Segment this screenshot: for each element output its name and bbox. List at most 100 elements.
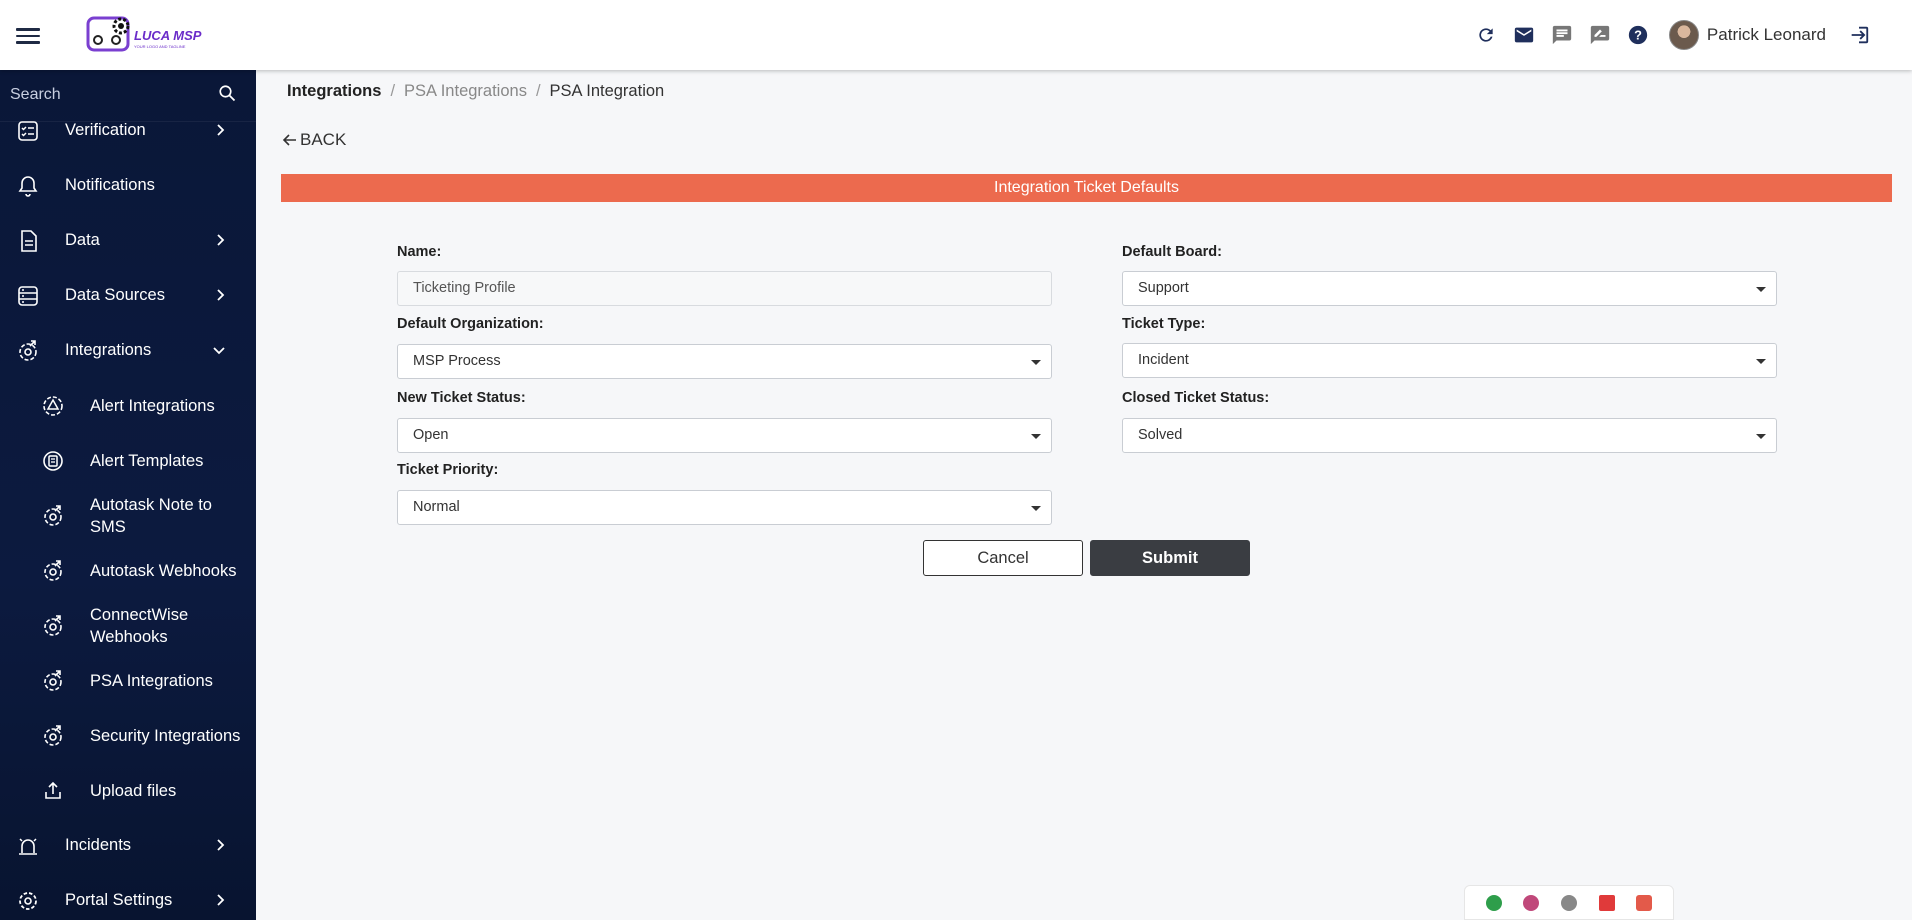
- company-logo[interactable]: LUCA MSP YOUR LOGO AND TAGLINE: [86, 12, 206, 58]
- sidebar-item-incidents[interactable]: Incidents: [0, 818, 256, 873]
- template-icon: [41, 449, 65, 473]
- database-icon: [16, 284, 40, 308]
- chevron-down-icon: [212, 343, 226, 361]
- extension-tray: [1464, 885, 1674, 920]
- default-board-select[interactable]: Support: [1122, 271, 1777, 306]
- gear-arrow-icon: [41, 559, 65, 583]
- sidebar-item-connectwise-webhooks[interactable]: ConnectWise Webhooks: [0, 598, 256, 653]
- shield-check-icon[interactable]: [1485, 894, 1502, 911]
- svg-text:LUCA MSP: LUCA MSP: [134, 28, 202, 43]
- bell-icon: [16, 174, 40, 198]
- svg-text:?: ?: [1634, 28, 1642, 43]
- alarm-icon: [16, 834, 40, 858]
- alert-gear-icon: [41, 394, 65, 418]
- feedback-icon[interactable]: [1587, 22, 1613, 48]
- sidebar-item-label-line1: Autotask Note to: [90, 495, 212, 514]
- caret-down-icon: [1031, 360, 1041, 365]
- breadcrumb-integrations[interactable]: Integrations: [287, 82, 381, 101]
- sidebar-item-security-integrations[interactable]: Security Integrations: [0, 708, 256, 763]
- sidebar-item-autotask-webhooks[interactable]: Autotask Webhooks: [0, 543, 256, 598]
- chat-icon[interactable]: [1549, 22, 1575, 48]
- document-icon: [16, 229, 40, 253]
- sidebar-item-label-line2: SMS: [90, 517, 126, 536]
- new-ticket-status-label: New Ticket Status:: [397, 390, 526, 406]
- ticket-type-value: Incident: [1138, 352, 1189, 368]
- ticket-type-select[interactable]: Incident: [1122, 343, 1777, 378]
- hamburger-menu-icon[interactable]: [16, 24, 40, 44]
- user-name[interactable]: Patrick Leonard: [1707, 25, 1826, 45]
- help-icon[interactable]: ?: [1625, 22, 1651, 48]
- caret-down-icon: [1031, 434, 1041, 439]
- gear-arrow-icon: [41, 614, 65, 638]
- upload-icon: [41, 779, 65, 803]
- chevron-right-icon: [216, 288, 226, 307]
- main-content: Integrations / PSA Integrations / PSA In…: [256, 70, 1912, 920]
- submit-button[interactable]: Submit: [1090, 540, 1250, 576]
- sidebar-item-upload-files[interactable]: Upload files: [0, 763, 256, 818]
- sidebar-item-label: Alert Integrations: [90, 396, 215, 415]
- ticket-priority-value: Normal: [413, 499, 460, 515]
- breadcrumb-current: PSA Integration: [549, 82, 665, 100]
- record-icon[interactable]: [1598, 894, 1615, 911]
- caret-down-icon: [1756, 359, 1766, 364]
- sidebar-item-autotask-note-to-sms[interactable]: Autotask Note to SMS: [0, 488, 256, 543]
- sidebar-item-alert-templates[interactable]: Alert Templates: [0, 433, 256, 488]
- m-badge-icon[interactable]: [1560, 894, 1577, 911]
- sidebar-item-label-line1: ConnectWise: [90, 605, 189, 624]
- new-ticket-status-value: Open: [413, 427, 449, 443]
- caret-down-icon: [1756, 434, 1766, 439]
- sidebar-item-label: Autotask Webhooks: [90, 561, 237, 580]
- checklist-icon: [16, 119, 40, 143]
- section-banner: Integration Ticket Defaults: [281, 174, 1892, 202]
- new-ticket-status-select[interactable]: Open: [397, 418, 1052, 453]
- refresh-icon[interactable]: [1473, 22, 1499, 48]
- closed-ticket-status-select[interactable]: Solved: [1122, 418, 1777, 453]
- extension-icon[interactable]: [1523, 894, 1540, 911]
- sidebar-item-label: Notifications: [65, 176, 155, 194]
- sidebar-item-label-line2: Webhooks: [90, 627, 168, 646]
- chevron-right-icon: [216, 893, 226, 912]
- sidebar-item-label: Verification: [65, 121, 146, 139]
- breadcrumb-psa-integrations[interactable]: PSA Integrations: [404, 82, 527, 101]
- shield-icon[interactable]: [1636, 894, 1653, 911]
- closed-ticket-status-value: Solved: [1138, 427, 1183, 443]
- sidebar-item-label: Autotask Note to SMS: [90, 494, 212, 538]
- sidebar-item-label: Data Sources: [65, 286, 165, 304]
- sidebar: Verification Notifications Data Data Sou…: [0, 70, 256, 920]
- name-value: Ticketing Profile: [413, 280, 516, 296]
- default-organization-value: MSP Process: [413, 353, 501, 369]
- sidebar-item-label: Incidents: [65, 836, 132, 854]
- back-label: BACK: [300, 130, 347, 149]
- breadcrumb: Integrations / PSA Integrations / PSA In…: [287, 82, 664, 101]
- sidebar-item-data[interactable]: Data: [0, 213, 256, 268]
- sidebar-item-label: ConnectWise Webhooks: [90, 604, 188, 648]
- mail-icon[interactable]: [1511, 22, 1537, 48]
- sidebar-item-psa-integrations[interactable]: PSA Integrations: [0, 653, 256, 708]
- breadcrumb-separator: /: [390, 82, 396, 100]
- chevron-right-icon: [216, 838, 226, 857]
- default-organization-select[interactable]: MSP Process: [397, 344, 1052, 379]
- default-organization-label: Default Organization:: [397, 316, 544, 332]
- gear-arrow-icon: [41, 669, 65, 693]
- logout-icon[interactable]: [1846, 22, 1872, 48]
- caret-down-icon: [1031, 506, 1041, 511]
- sidebar-item-verification[interactable]: Verification: [0, 103, 256, 158]
- sidebar-item-portal-settings[interactable]: Portal Settings: [0, 873, 256, 920]
- gear-arrow-icon: [16, 339, 40, 363]
- ticket-priority-label: Ticket Priority:: [397, 462, 499, 478]
- user-avatar[interactable]: [1668, 20, 1699, 50]
- svg-text:YOUR LOGO AND TAGLINE: YOUR LOGO AND TAGLINE: [134, 44, 186, 49]
- sidebar-item-notifications[interactable]: Notifications: [0, 158, 256, 213]
- name-field[interactable]: Ticketing Profile: [397, 271, 1052, 306]
- sidebar-item-integrations[interactable]: Integrations: [0, 323, 256, 378]
- cancel-button[interactable]: Cancel: [923, 540, 1083, 576]
- ticket-priority-select[interactable]: Normal: [397, 490, 1052, 525]
- back-button[interactable]: BACK: [282, 130, 346, 150]
- ticket-type-label: Ticket Type:: [1122, 316, 1206, 332]
- sidebar-item-alert-integrations[interactable]: Alert Integrations: [0, 378, 256, 433]
- breadcrumb-separator: /: [535, 82, 541, 100]
- chevron-right-icon: [216, 123, 226, 142]
- settings-icon: [16, 889, 40, 913]
- sidebar-item-data-sources[interactable]: Data Sources: [0, 268, 256, 323]
- default-board-value: Support: [1138, 280, 1189, 296]
